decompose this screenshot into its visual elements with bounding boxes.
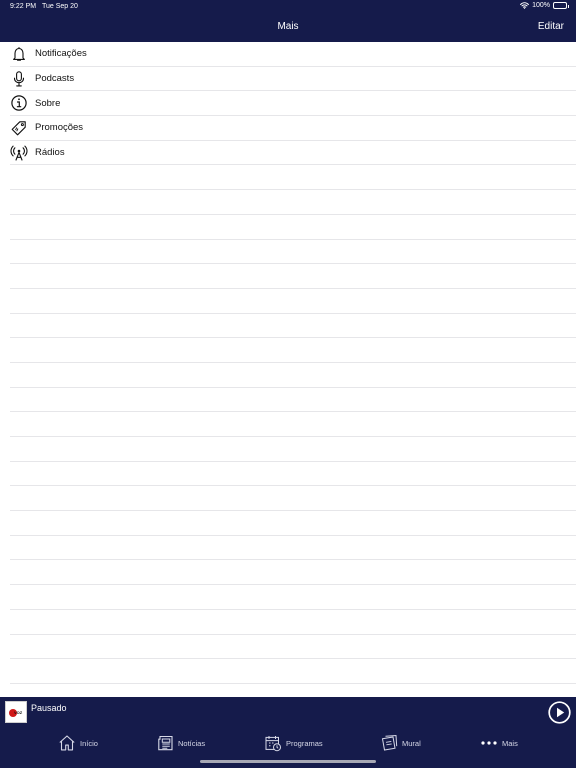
battery-percent: 100% <box>532 2 550 9</box>
menu-item-notificacoes[interactable]: Notificações <box>10 42 576 67</box>
play-icon <box>548 701 571 724</box>
tab-programas[interactable]: Programas <box>264 733 323 753</box>
navigation-header: 9:22 PM Tue Sep 20 100% Mais Editar <box>0 0 576 42</box>
empty-list-row <box>10 659 576 684</box>
menu-item-promocoes[interactable]: Promoções <box>10 116 576 141</box>
empty-list-row <box>10 264 576 289</box>
empty-list-row <box>10 363 576 388</box>
empty-list-row <box>10 314 576 339</box>
empty-list-row <box>10 338 576 363</box>
empty-list-row <box>10 240 576 265</box>
empty-list-row <box>10 560 576 586</box>
menu-item-radios[interactable]: Rádios <box>10 141 576 166</box>
tab-noticias[interactable]: Notícias <box>156 733 205 753</box>
play-button[interactable] <box>548 701 571 724</box>
tab-label: Mural <box>402 738 421 748</box>
tab-label: Mais <box>502 738 518 748</box>
home-icon <box>58 734 76 752</box>
tab-label: Programas <box>286 738 323 748</box>
empty-list-row <box>10 165 576 191</box>
microphone-icon <box>10 70 28 88</box>
tab-mural[interactable]: Mural <box>380 733 421 753</box>
menu-item-label: Sobre <box>35 97 61 109</box>
empty-list-row <box>10 635 576 660</box>
bell-icon <box>10 45 28 63</box>
station-logo-text: VOZ <box>14 710 23 715</box>
calendar-clock-icon <box>264 734 282 752</box>
menu-item-label: Rádios <box>35 147 65 159</box>
wifi-icon <box>520 2 529 9</box>
status-indicators: 100% <box>520 2 569 9</box>
radio-tower-icon <box>10 144 28 162</box>
more-dots-icon <box>480 734 498 752</box>
info-icon <box>10 94 28 112</box>
tab-mais[interactable]: Mais <box>480 733 518 753</box>
app-screen: 9:22 PM Tue Sep 20 100% Mais Editar Noti… <box>0 0 576 768</box>
empty-list-row <box>10 585 576 610</box>
mini-player[interactable]: VOZ Pausado <box>0 697 576 728</box>
menu-item-label: Promoções <box>35 122 84 134</box>
notes-icon <box>380 734 398 752</box>
tab-label: Notícias <box>178 738 206 748</box>
status-date: Tue Sep 20 <box>42 3 78 10</box>
empty-list-row <box>10 289 576 314</box>
status-time: 9:22 PM <box>10 3 37 10</box>
empty-list-row <box>10 190 576 215</box>
empty-list-row <box>10 511 576 536</box>
tag-icon <box>10 119 28 137</box>
tab-inicio[interactable]: Início <box>58 733 98 753</box>
station-logo: VOZ <box>5 701 27 723</box>
tab-label: Início <box>80 738 98 748</box>
edit-button[interactable]: Editar <box>538 21 564 32</box>
status-bar: 9:22 PM Tue Sep 20 100% <box>0 0 576 14</box>
empty-list-row <box>10 610 576 635</box>
empty-list-row <box>10 215 576 240</box>
empty-list-row <box>10 462 576 487</box>
home-indicator[interactable] <box>200 760 376 763</box>
player-status: Pausado <box>31 703 67 713</box>
menu-item-podcasts[interactable]: Podcasts <box>10 67 576 92</box>
menu-item-sobre[interactable]: Sobre <box>10 91 576 117</box>
battery-icon <box>553 2 569 9</box>
empty-list-row <box>10 437 576 462</box>
empty-list-row <box>10 388 576 413</box>
more-menu-list: Notificações Podcasts Sobre Promoções Rá… <box>0 42 576 697</box>
empty-list-row <box>10 536 576 561</box>
page-title: Mais <box>277 21 299 32</box>
empty-list-row <box>10 486 576 512</box>
empty-list-row <box>10 412 576 437</box>
newspaper-icon <box>156 734 174 752</box>
menu-item-label: Podcasts <box>35 73 75 85</box>
menu-item-label: Notificações <box>35 48 87 60</box>
